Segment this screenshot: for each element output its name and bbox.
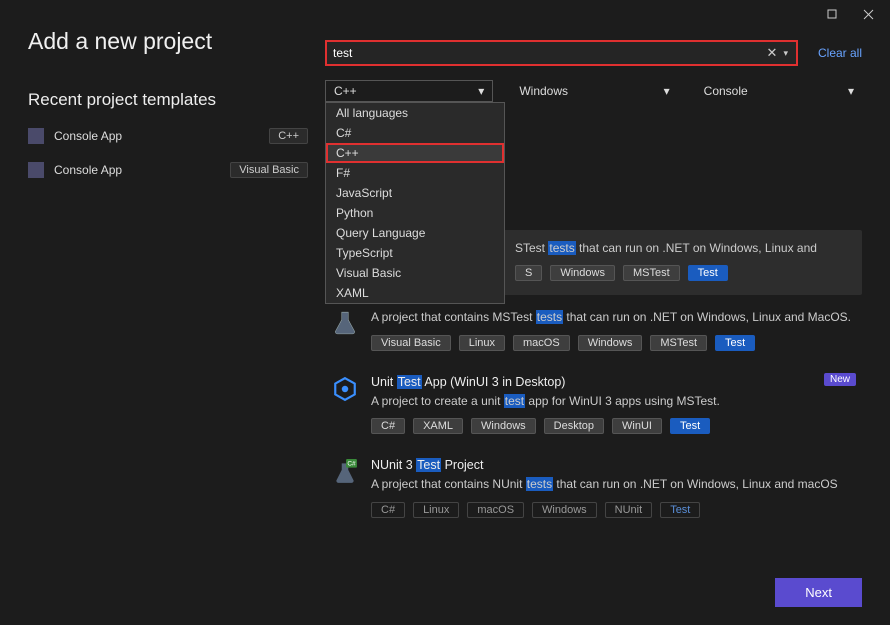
chevron-down-icon: ▾ <box>664 84 670 98</box>
language-option[interactable]: Query Language <box>326 223 504 243</box>
projecttype-filter[interactable]: Console ▾ <box>696 80 862 102</box>
result-description: A project to create a unit test app for … <box>371 393 856 410</box>
flask-icon <box>331 309 359 337</box>
recent-template-item[interactable]: Console App Visual Basic <box>28 162 308 178</box>
language-option[interactable]: Python <box>326 203 504 223</box>
language-option[interactable]: C# <box>326 123 504 143</box>
clear-all-link[interactable]: Clear all <box>818 46 862 60</box>
chevron-down-icon: ▾ <box>848 84 854 98</box>
recent-template-item[interactable]: Console App C++ <box>28 128 308 144</box>
close-button[interactable] <box>850 0 886 28</box>
recent-templates-panel: Recent project templates Console App C++… <box>28 90 308 196</box>
titlebar <box>0 0 890 28</box>
svg-text:C#: C# <box>347 461 356 468</box>
language-option[interactable]: TypeScript <box>326 243 504 263</box>
recent-name: Console App <box>54 129 122 143</box>
language-dropdown: All languagesC#C++F#JavaScriptPythonQuer… <box>325 102 505 304</box>
result-description: STest tests that can run on .NET on Wind… <box>515 240 856 257</box>
result-title: NUnit 3 Test Project <box>371 458 856 472</box>
platform-filter[interactable]: Windows ▾ <box>511 80 677 102</box>
template-result[interactable]: A project that contains MSTest tests tha… <box>325 299 862 364</box>
next-button[interactable]: Next <box>775 578 862 607</box>
template-result[interactable]: C# NUnit 3 Test Project A project that c… <box>325 448 862 531</box>
result-tags: C# Linux macOS Windows NUnit Test <box>371 502 856 518</box>
result-title: Unit Test App (WinUI 3 in Desktop) <box>371 375 856 389</box>
language-option[interactable]: All languages <box>326 103 504 123</box>
clear-search-icon[interactable]: ✕ <box>763 45 782 61</box>
hexagon-icon <box>331 375 359 403</box>
result-tags: Visual Basic Linux macOS Windows MSTest … <box>371 335 856 351</box>
result-tags: C# XAML Windows Desktop WinUI Test <box>371 418 856 434</box>
recent-heading: Recent project templates <box>28 90 308 110</box>
search-input[interactable] <box>333 46 763 60</box>
recent-name: Console App <box>54 163 122 177</box>
result-tags: S Windows MSTest Test <box>515 265 856 281</box>
language-option[interactable]: Visual Basic <box>326 263 504 283</box>
result-description: A project that contains NUnit tests that… <box>371 476 856 493</box>
language-option[interactable]: JavaScript <box>326 183 504 203</box>
search-dropdown-icon[interactable]: ▾ <box>781 48 790 59</box>
flask-cs-icon: C# <box>331 458 359 486</box>
language-badge: Visual Basic <box>230 162 308 178</box>
maximize-button[interactable] <box>814 0 850 28</box>
console-icon <box>28 162 44 178</box>
result-description: A project that contains MSTest tests tha… <box>371 309 856 326</box>
chevron-down-icon: ▾ <box>478 84 484 98</box>
search-input-wrap[interactable]: ✕ ▾ <box>325 40 798 66</box>
language-filter[interactable]: C++ ▾ All languagesC#C++F#JavaScriptPyth… <box>325 80 493 102</box>
language-badge: C++ <box>269 128 308 144</box>
language-option[interactable]: C++ <box>326 143 504 163</box>
new-badge: New <box>824 373 856 386</box>
language-option[interactable]: F# <box>326 163 504 183</box>
template-result[interactable]: New Unit Test App (WinUI 3 in Desktop) A… <box>325 365 862 448</box>
console-icon <box>28 128 44 144</box>
language-option[interactable]: XAML <box>326 283 504 303</box>
